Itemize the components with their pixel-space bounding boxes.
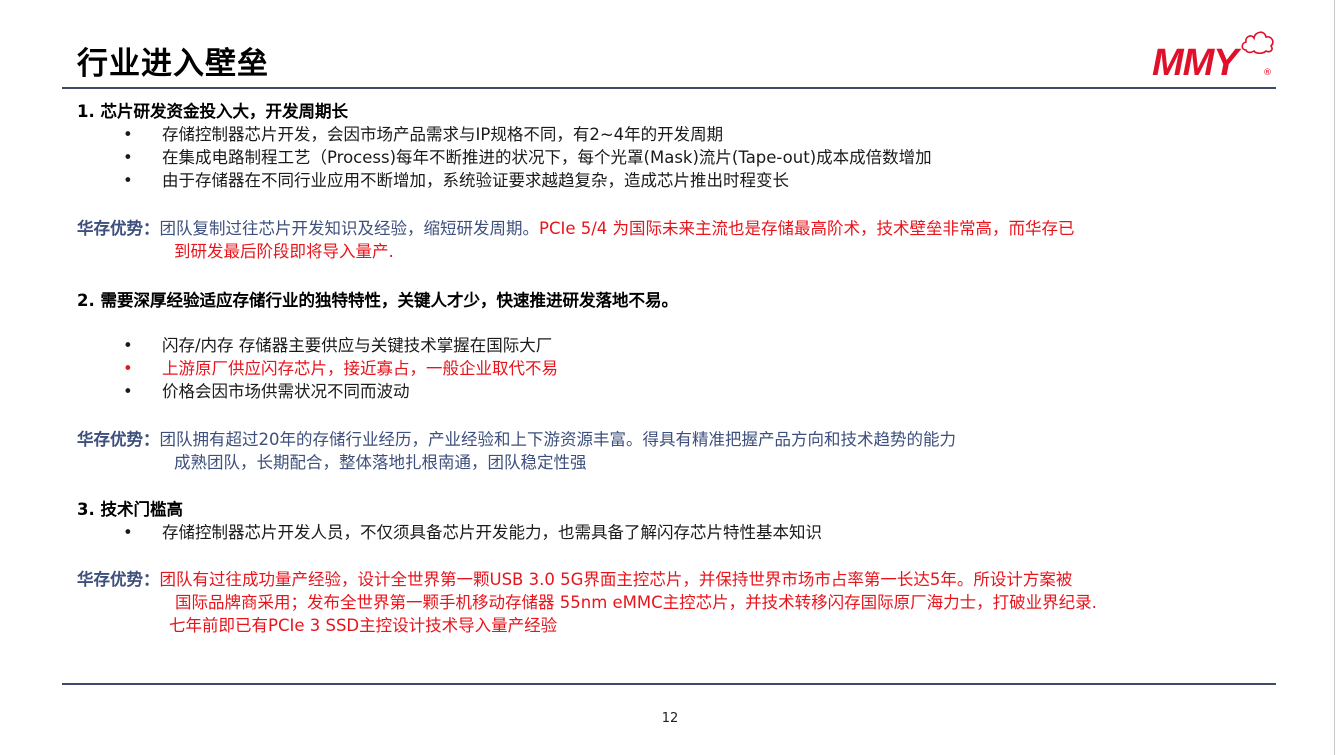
bullet-icon: • bbox=[123, 336, 133, 355]
advantage-label: 华存优势： bbox=[77, 430, 160, 449]
list-item: • 存储控制器芯片开发人员，不仅须具备芯片开发能力，也需具备了解闪存芯片特性基本知… bbox=[123, 523, 822, 542]
bullet-icon: • bbox=[123, 523, 133, 542]
advantage-label: 华存优势： bbox=[77, 219, 160, 238]
right-edge-line bbox=[1334, 0, 1335, 755]
bullet-icon: • bbox=[123, 171, 133, 190]
logo-registered-mark: ® bbox=[1263, 68, 1272, 78]
page-title: 行业进入壁垒 bbox=[77, 46, 269, 82]
section-heading: 1. 芯片研发资金投入大，开发周期长 bbox=[77, 102, 348, 121]
list-item: • 存储控制器芯片开发，会因市场产品需求与IP规格不同，有2~4年的开发周期 bbox=[123, 125, 724, 144]
section-3: 3. 技术门槛高 • 存储控制器芯片开发人员，不仅须具备芯片开发能力，也需具备了解… bbox=[77, 498, 822, 544]
mmy-logo: MMY ® bbox=[1150, 28, 1280, 84]
section-1: 1. 芯片研发资金投入大，开发周期长 • 存储控制器芯片开发，会因市场产品需求与I… bbox=[77, 100, 932, 192]
advantage-label: 华存优势： bbox=[77, 570, 160, 589]
bullet-list: • 存储控制器芯片开发人员，不仅须具备芯片开发能力，也需具备了解闪存芯片特性基本知… bbox=[76, 521, 822, 544]
bullet-icon: • bbox=[123, 148, 133, 167]
footer-divider bbox=[62, 683, 1276, 685]
section-2: 2. 需要深厚经验适应存储行业的独特特性，关键人才少，快速推进研发落地不易。 bbox=[77, 289, 678, 312]
bullet-icon: • bbox=[123, 382, 133, 401]
section-heading: 3. 技术门槛高 bbox=[77, 500, 183, 519]
advantage-2: 华存优势：团队拥有超过20年的存储行业经历，产业经验和上下游资源丰富。得具有精准… bbox=[77, 430, 956, 472]
list-item: • 价格会因市场供需状况不同而波动 bbox=[123, 382, 410, 401]
logo-wordmark: MMY bbox=[1152, 42, 1239, 84]
list-item: • 上游原厂供应闪存芯片，接近寡占，一般企业取代不易 bbox=[123, 359, 558, 378]
advantage-1: 华存优势：团队复制过往芯片开发知识及经验，缩短研发周期。PCIe 5/4 为国际… bbox=[77, 219, 1075, 261]
list-item: • 闪存/内存 存储器主要供应与关键技术掌握在国际大厂 bbox=[123, 336, 553, 355]
bullet-list: • 闪存/内存 存储器主要供应与关键技术掌握在国际大厂 • 上游原厂供应闪存芯片，接… bbox=[76, 334, 558, 403]
bullet-list: • 存储控制器芯片开发，会因市场产品需求与IP规格不同，有2~4年的开发周期 • 在… bbox=[76, 123, 932, 192]
advantage-3: 华存优势：团队有过往成功量产经验，设计全世界第一颗USB 3.0 5G界面主控芯… bbox=[77, 570, 1097, 635]
section-heading: 2. 需要深厚经验适应存储行业的独特特性，关键人才少，快速推进研发落地不易。 bbox=[77, 291, 678, 310]
bullet-icon: • bbox=[123, 125, 133, 144]
section-2-bullets: • 闪存/内存 存储器主要供应与关键技术掌握在国际大厂 • 上游原厂供应闪存芯片，接… bbox=[76, 334, 558, 403]
list-item: • 由于存储器在不同行业应用不断增加，系统验证要求越趋复杂，造成芯片推出时程变长 bbox=[123, 171, 789, 190]
list-item: • 在集成电路制程工艺（Process)每年不断推进的状况下，每个光罩(Mask)… bbox=[123, 148, 932, 167]
header-divider bbox=[62, 87, 1276, 89]
bullet-icon: • bbox=[123, 359, 133, 378]
page-number: 12 bbox=[661, 711, 679, 726]
cloud-icon bbox=[1241, 31, 1274, 54]
